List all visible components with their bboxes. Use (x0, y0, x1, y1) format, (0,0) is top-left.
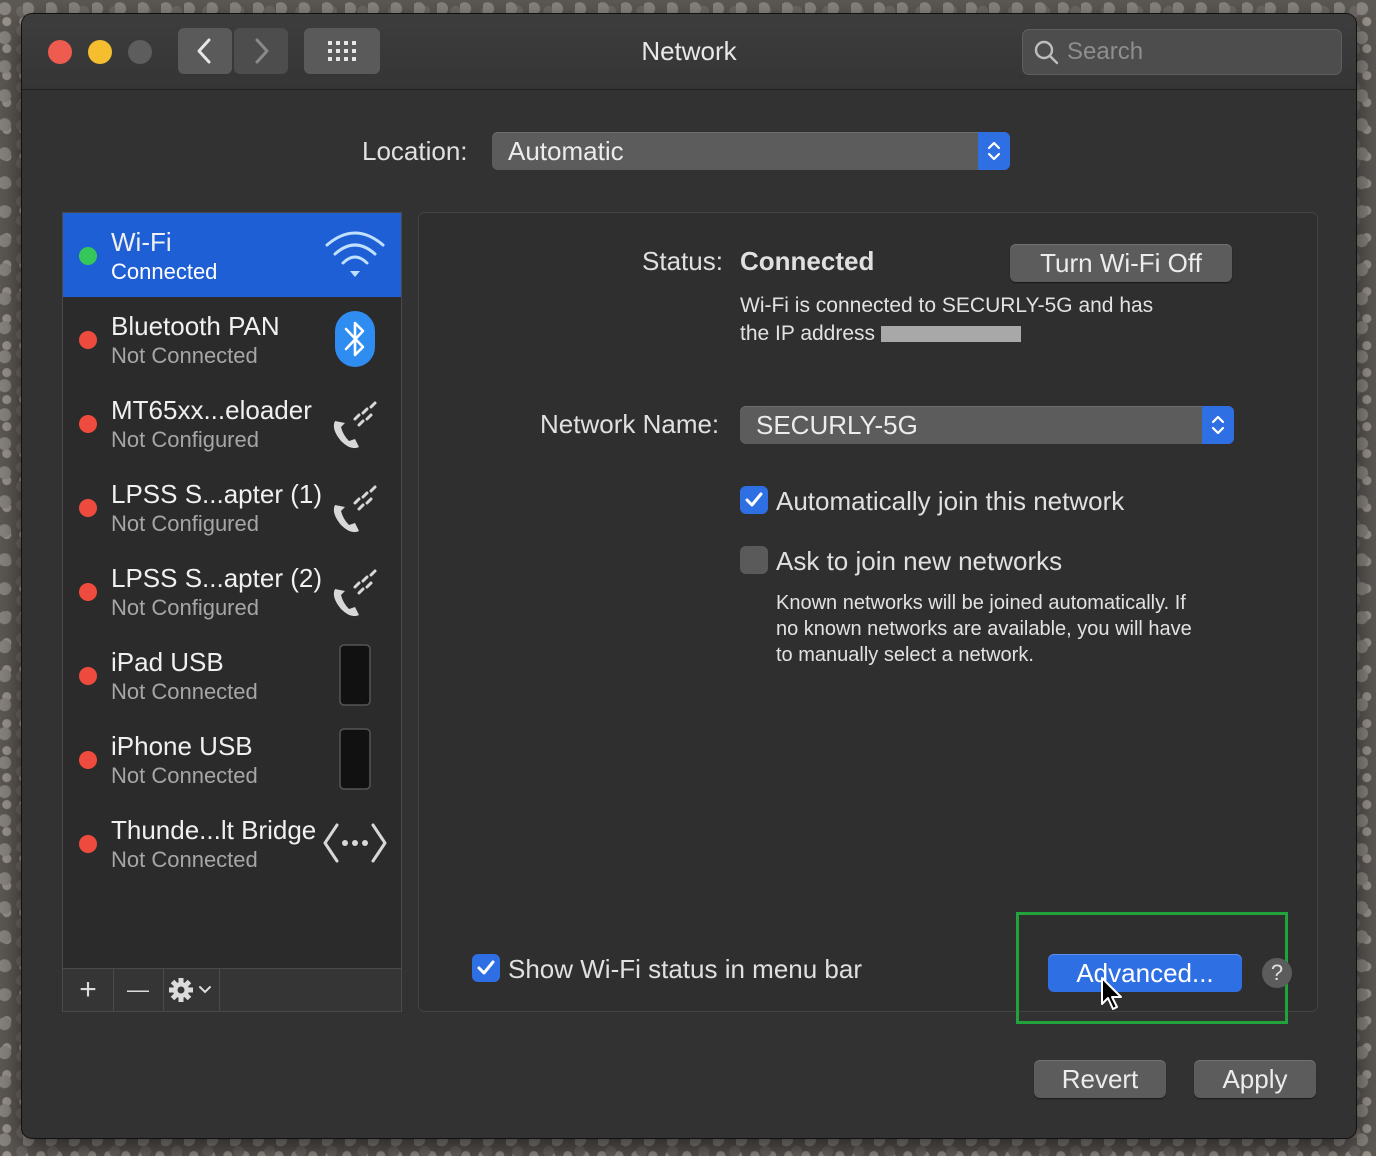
service-item-lpss-1[interactable]: LPSS S...apter (1) Not Configured (63, 465, 401, 549)
help-button[interactable]: ? (1262, 958, 1292, 988)
gear-icon (169, 978, 211, 1002)
location-value: Automatic (508, 135, 624, 166)
network-preferences-window: Network Search Location: Automatic Wi-Fi… (22, 14, 1356, 1138)
network-name-value: SECURLY-5G (756, 409, 918, 440)
service-list-toolbar: + — (63, 968, 401, 1011)
add-service-button[interactable]: + (63, 969, 114, 1011)
service-item-bluetooth-pan[interactable]: Bluetooth PAN Not Connected (63, 297, 401, 381)
status-description-line-2: the IP address (740, 320, 1153, 348)
service-status: Not Configured (111, 595, 259, 620)
status-value: Connected (740, 246, 875, 276)
revert-button[interactable]: Revert (1034, 1060, 1166, 1098)
phone-icon (323, 391, 387, 455)
show-status-menubar-label: Show Wi-Fi status in menu bar (508, 954, 863, 984)
apply-button[interactable]: Apply (1194, 1060, 1316, 1098)
mouse-cursor-icon (1101, 977, 1122, 1010)
service-status: Not Connected (111, 679, 258, 704)
service-status: Not Connected (111, 763, 258, 788)
action-menu-button[interactable] (163, 969, 220, 1011)
service-name: Bluetooth PAN (111, 311, 280, 341)
titlebar: Network Search (22, 14, 1356, 90)
service-name: MT65xx...eloader (111, 395, 312, 425)
service-name: Thunde...lt Bridge (111, 815, 317, 845)
status-description: Wi-Fi is connected to SECURLY-5G and has… (740, 292, 1153, 348)
location-popup[interactable]: Automatic (492, 132, 1010, 170)
popup-stepper-icon (1202, 406, 1234, 444)
turn-wifi-off-button[interactable]: Turn Wi-Fi Off (1010, 244, 1232, 282)
iphone-icon (323, 727, 387, 791)
status-dot (79, 247, 97, 265)
redacted-ip-address (880, 326, 1021, 343)
network-name-label: Network Name: (540, 409, 720, 439)
auto-join-checkbox[interactable] (740, 486, 768, 514)
checkmark-icon (745, 492, 763, 507)
service-name: iPhone USB (111, 731, 253, 761)
status-dot (79, 583, 97, 601)
wifi-icon (323, 223, 387, 287)
status-dot (79, 415, 97, 433)
ip-address-label: the IP address (740, 322, 876, 345)
remove-service-button[interactable]: — (113, 969, 164, 1011)
phone-icon (323, 475, 387, 539)
ask-join-description-line-1: Known networks will be joined automatica… (776, 592, 1186, 614)
location-label: Location: (362, 136, 468, 166)
search-icon (1034, 40, 1059, 65)
status-dot (79, 835, 97, 853)
search-field[interactable]: Search (1022, 29, 1342, 75)
service-status: Not Connected (111, 343, 258, 368)
service-name: iPad USB (111, 647, 224, 677)
auto-join-label: Automatically join this network (776, 486, 1125, 516)
thunderbolt-bridge-icon (323, 811, 387, 875)
advanced-button[interactable]: Advanced... (1048, 954, 1242, 992)
ask-join-description: Known networks will be joined automatica… (776, 590, 1192, 668)
service-status: Not Configured (111, 427, 259, 452)
ask-join-description-line-3: to manually select a network. (776, 644, 1034, 666)
show-status-menubar-checkbox[interactable] (472, 954, 500, 982)
ipad-icon (323, 643, 387, 707)
status-dot (79, 751, 97, 769)
service-status: Not Connected (111, 847, 258, 872)
checkmark-icon (477, 960, 495, 975)
service-name: Wi-Fi (111, 227, 172, 257)
bluetooth-icon (323, 307, 387, 371)
status-description-line-1: Wi-Fi is connected to SECURLY-5G and has (740, 294, 1154, 317)
service-item-wifi[interactable]: Wi-Fi Connected (63, 213, 401, 297)
service-item-iphone-usb[interactable]: iPhone USB Not Connected (63, 717, 401, 801)
status-dot (79, 667, 97, 685)
status-label: Status: (642, 246, 723, 276)
service-name: LPSS S...apter (1) (111, 479, 322, 509)
service-list: Wi-Fi Connected Bluetooth PAN Not Connec… (62, 212, 402, 1012)
ask-join-description-line-2: no known networks are available, you wil… (776, 618, 1192, 640)
network-name-popup[interactable]: SECURLY-5G (740, 406, 1234, 444)
service-name: LPSS S...apter (2) (111, 563, 322, 593)
service-item-thunderbolt-bridge[interactable]: Thunde...lt Bridge Not Connected (63, 801, 401, 885)
service-item-mt65xx[interactable]: MT65xx...eloader Not Configured (63, 381, 401, 465)
service-status: Connected (111, 259, 218, 284)
phone-icon (323, 559, 387, 623)
ask-join-checkbox[interactable] (740, 546, 768, 574)
service-status: Not Configured (111, 511, 259, 536)
service-item-lpss-2[interactable]: LPSS S...apter (2) Not Configured (63, 549, 401, 633)
ask-join-label: Ask to join new networks (776, 546, 1063, 576)
status-dot (79, 331, 97, 349)
search-placeholder: Search (1067, 38, 1144, 65)
popup-stepper-icon (978, 132, 1010, 170)
service-item-ipad-usb[interactable]: iPad USB Not Connected (63, 633, 401, 717)
status-dot (79, 499, 97, 517)
